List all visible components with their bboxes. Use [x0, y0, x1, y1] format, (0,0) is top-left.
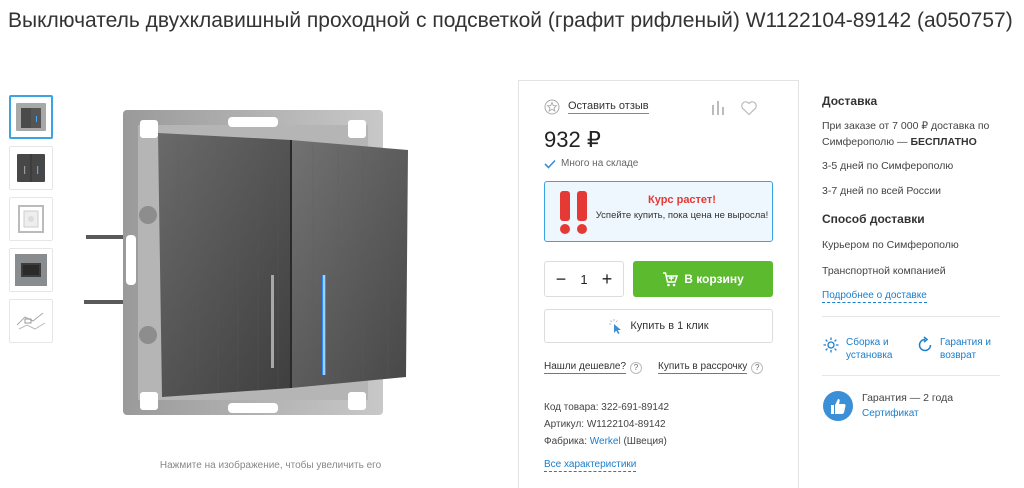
delivery-russia-time: 3-7 дней по всей России: [822, 185, 942, 197]
price-rise-banner: Курс растет! Успейте купить, пока цена н…: [544, 181, 773, 242]
certificate-link[interactable]: Сертификат: [862, 406, 953, 421]
switch-thumb-icon: [16, 103, 46, 131]
help-icon[interactable]: ?: [751, 361, 764, 374]
thumbnail-scheme[interactable]: [9, 299, 53, 343]
add-to-cart-label: В корзину: [684, 272, 744, 286]
quantity-stepper: − +: [544, 261, 624, 297]
product-title: Выключатель двухклавишный проходной с по…: [8, 9, 1013, 32]
delivery-method-courier: Курьером по Симферополю: [822, 239, 959, 251]
free-delivery-badge: БЕСПЛАТНО: [910, 136, 977, 148]
warranty-return-link[interactable]: Гарантия и возврат: [916, 336, 998, 362]
thumbnail-main-switch[interactable]: [9, 95, 53, 139]
promo-text: Успейте купить, пока цена не выросла!: [595, 210, 769, 221]
found-cheaper-link[interactable]: Нашли дешевле?: [544, 361, 627, 374]
product-price: 932 ₽: [544, 127, 601, 152]
stock-status: Много на складе: [544, 158, 638, 169]
maker-country: (Швеция): [620, 436, 667, 447]
review-row: Оставить отзыв: [544, 99, 649, 115]
warranty-text: Гарантия — 2 года Сертификат: [862, 391, 953, 421]
delivery-title: Доставка: [822, 94, 878, 108]
one-click-buy-label: Купить в 1 клик: [630, 320, 709, 332]
thumbs-up-badge-icon: [823, 391, 853, 421]
interior-thumb-icon: [15, 254, 47, 286]
add-to-cart-button[interactable]: В корзину: [633, 261, 773, 297]
free-delivery-text: При заказе от 7 000 ₽ доставка по Симфер…: [822, 118, 1002, 150]
all-characteristics-link[interactable]: Все характеристики: [544, 459, 637, 472]
one-click-buy-button[interactable]: Купить в 1 клик: [544, 309, 773, 343]
maker-prefix: Фабрика:: [544, 436, 590, 447]
product-codes: Код товара: 322-691-89142 Артикул: W1122…: [544, 399, 669, 450]
frame-thumb-icon: [18, 205, 44, 233]
delivery-city-time: 3-5 дней по Симферополю: [822, 160, 954, 172]
cart-icon: [663, 271, 679, 286]
thumbnail-frame-only[interactable]: [9, 197, 53, 241]
assembly-link[interactable]: Сборка и установка: [822, 336, 908, 362]
product-maker: Фабрика: Werkel (Швеция): [544, 433, 669, 450]
quantity-increase-button[interactable]: +: [599, 270, 615, 288]
delivery-method-transport: Транспортной компанией: [822, 265, 946, 277]
delivery-details-link[interactable]: Подробнее о доставке: [822, 290, 927, 303]
stock-text: Много на складе: [561, 158, 639, 169]
gear-icon: [823, 337, 839, 353]
click-cursor-icon: [609, 319, 622, 334]
star-badge-icon: [544, 99, 560, 115]
image-caption: Нажмите на изображение, чтобы увеличить …: [159, 460, 382, 471]
extra-links-row: Нашли дешевле? ? Купить в рассрочку ?: [544, 361, 784, 374]
assembly-label: Сборка и установка: [846, 337, 893, 361]
warranty-term: Гарантия — 2 года: [862, 392, 954, 404]
product-article: Артикул: W1122104-89142: [544, 419, 666, 430]
warranty-block: Гарантия — 2 года Сертификат: [822, 390, 953, 422]
scheme-thumb-icon: [16, 312, 46, 330]
maker-brand-link[interactable]: Werkel: [590, 436, 621, 447]
promo-title: Курс растет!: [648, 194, 716, 206]
product-main-image[interactable]: [78, 95, 428, 445]
exclamation-icon: [560, 191, 587, 234]
thumbnail-switch-in-interior[interactable]: [9, 248, 53, 292]
installment-link[interactable]: Купить в рассрочку: [658, 361, 748, 374]
divider: [822, 375, 1000, 376]
compare-icon[interactable]: [710, 100, 726, 116]
help-icon[interactable]: ?: [630, 361, 643, 374]
thumbnail-switch-front-lit[interactable]: [9, 146, 53, 190]
quantity-decrease-button[interactable]: −: [553, 270, 569, 288]
warranty-return-label: Гарантия и возврат: [940, 337, 992, 361]
product-code: Код товара: 322-691-89142: [544, 402, 670, 413]
quantity-input[interactable]: [574, 271, 594, 287]
leave-review-link[interactable]: Оставить отзыв: [568, 100, 649, 114]
divider: [822, 316, 1000, 317]
heart-icon[interactable]: [740, 100, 758, 116]
refresh-icon: [918, 336, 932, 352]
delivery-method-title: Способ доставки: [822, 212, 925, 226]
thumbnail-list: [9, 95, 55, 350]
buy-panel: Оставить отзыв 932 ₽ Много на складе Кур…: [518, 80, 799, 488]
checkmark-icon: [544, 159, 556, 169]
switch-front-thumb-icon: [17, 154, 45, 182]
